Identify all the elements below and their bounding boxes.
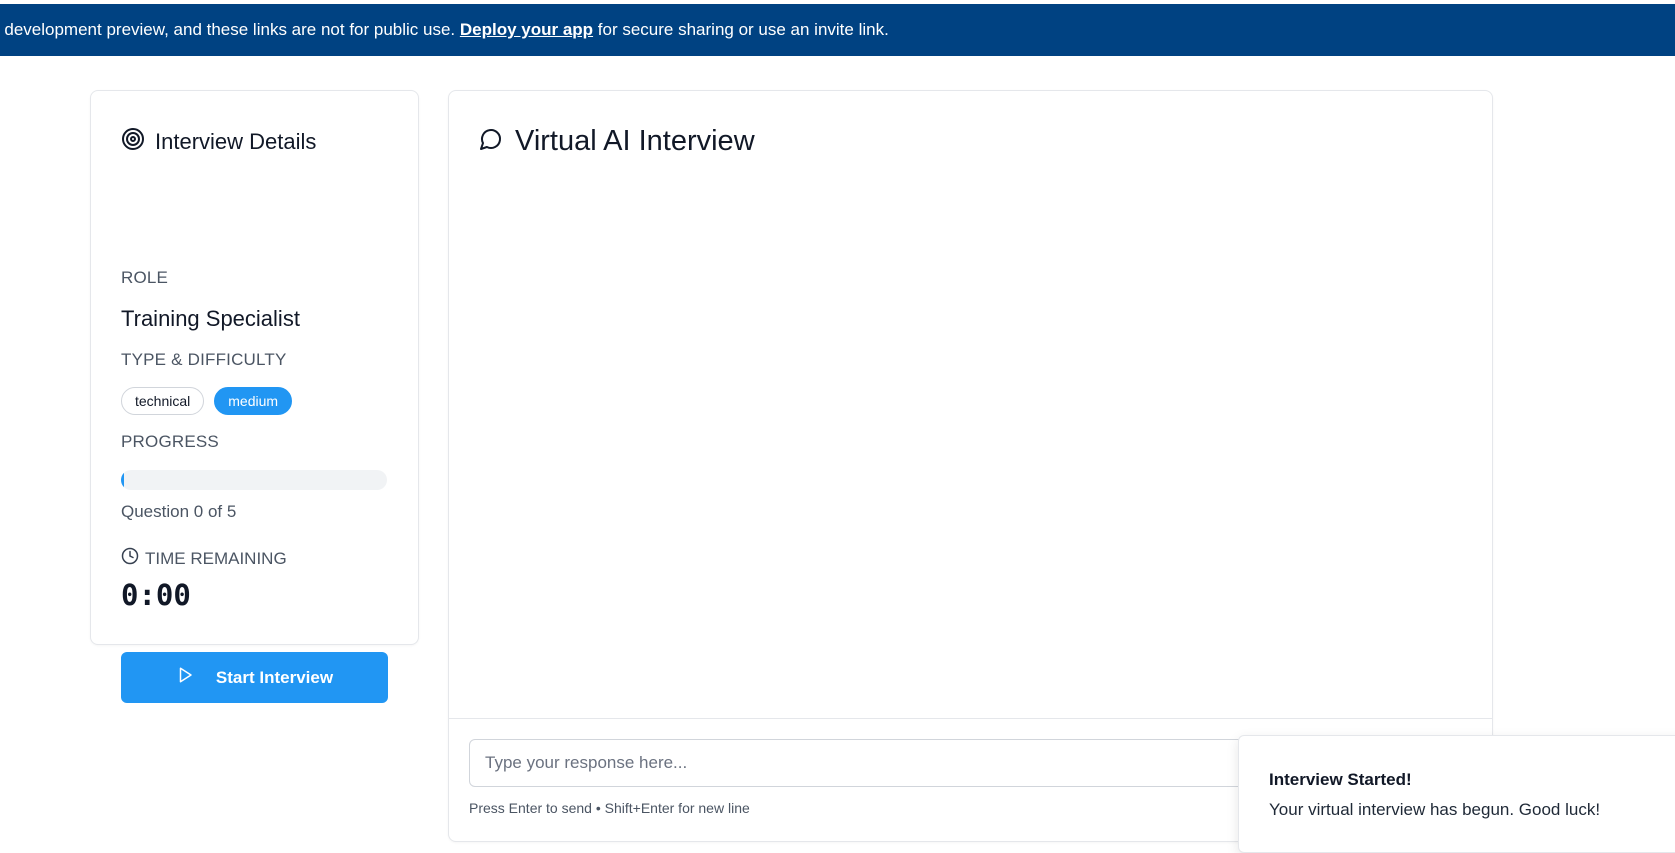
timer-value: 0:00 <box>121 578 191 612</box>
input-hint: Press Enter to send • Shift+Enter for ne… <box>469 800 750 816</box>
time-remaining-label: TIME REMAINING <box>121 547 287 570</box>
details-header: Interview Details <box>121 127 316 156</box>
clock-icon <box>121 547 139 570</box>
time-remaining-text: TIME REMAINING <box>145 548 287 568</box>
start-interview-button[interactable]: Start Interview <box>121 652 388 703</box>
interview-started-toast: Interview Started! Your virtual intervie… <box>1238 735 1675 853</box>
details-title: Interview Details <box>155 128 317 154</box>
virtual-interview-card: Virtual AI Interview Press Enter to send… <box>448 90 1493 842</box>
message-circle-icon <box>479 127 503 156</box>
interview-details-card: Interview Details ROLE Training Speciali… <box>90 90 419 703</box>
play-icon <box>176 666 194 689</box>
dev-preview-banner: r development preview, and these links a… <box>0 4 1675 56</box>
badge-group: technical medium <box>121 387 293 415</box>
toast-body: Your virtual interview has begun. Good l… <box>1269 800 1601 819</box>
progress-label: PROGRESS <box>121 432 219 451</box>
start-interview-label: Start Interview <box>215 667 334 687</box>
chat-header: Virtual AI Interview <box>479 125 755 158</box>
role-label: ROLE <box>121 268 169 287</box>
difficulty-badge: medium <box>214 387 293 415</box>
target-icon <box>121 127 145 156</box>
role-value: Training Specialist <box>121 306 300 331</box>
type-difficulty-label: TYPE & DIFFICULTY <box>121 350 287 369</box>
progress-bar-fill <box>121 470 124 490</box>
progress-bar <box>121 470 387 490</box>
chat-divider <box>449 718 1492 719</box>
deploy-app-link[interactable]: Deploy your app <box>460 20 593 39</box>
chat-title: Virtual AI Interview <box>515 125 755 157</box>
banner-text: r development preview, and these links a… <box>0 20 889 39</box>
question-counter: Question 0 of 5 <box>121 502 237 521</box>
toast-title: Interview Started! <box>1269 770 1412 789</box>
type-badge: technical <box>121 387 205 415</box>
